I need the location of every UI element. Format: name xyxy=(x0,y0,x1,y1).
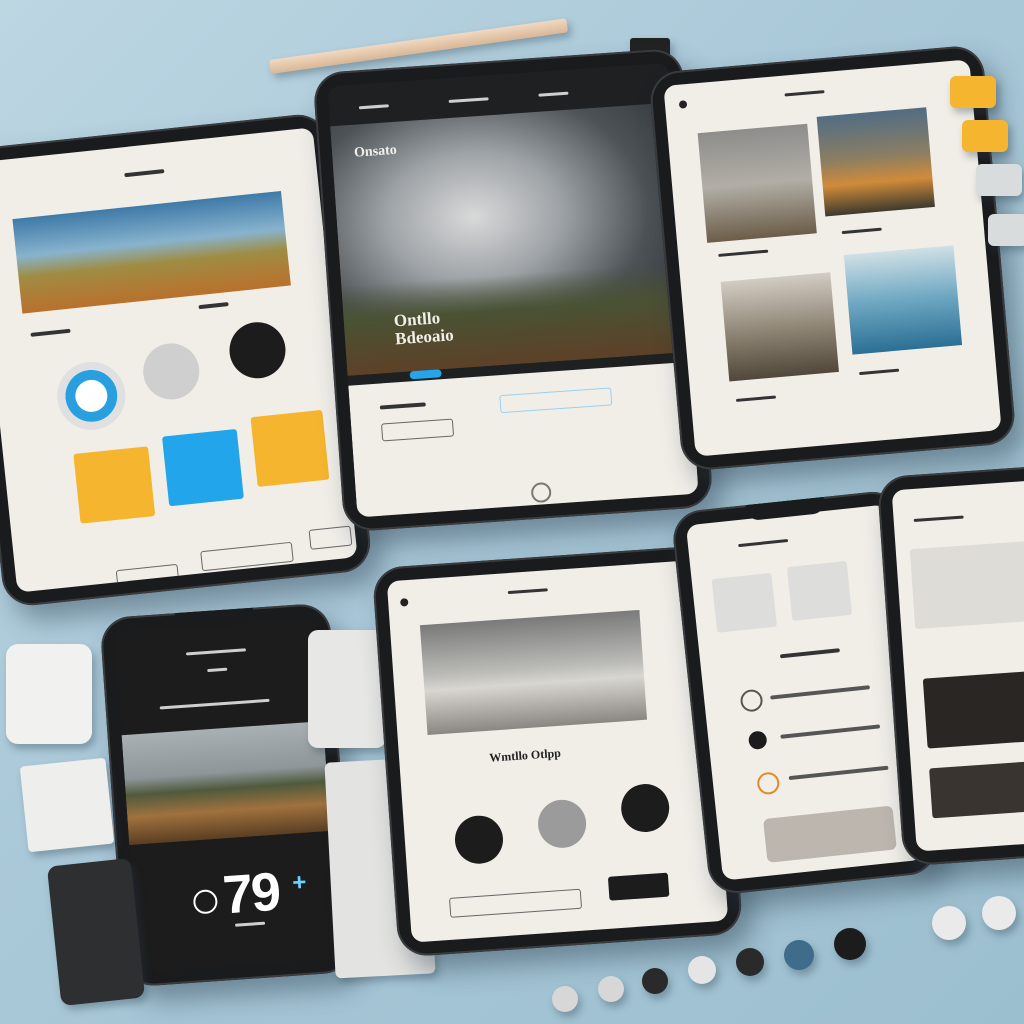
nav-link[interactable] xyxy=(538,91,569,97)
knob-6 xyxy=(784,940,814,970)
sticky-key-grey-2 xyxy=(988,214,1024,246)
subtitle xyxy=(207,667,228,673)
nav-link[interactable] xyxy=(448,97,489,104)
menu-icon[interactable] xyxy=(399,598,409,607)
nav-logo[interactable] xyxy=(358,104,389,110)
knob-9 xyxy=(982,896,1016,930)
tablet-left-screen xyxy=(0,127,358,593)
gallery-image-2 xyxy=(816,107,935,217)
header-title xyxy=(124,169,165,178)
caption xyxy=(841,227,882,235)
sticky-key-yellow xyxy=(950,76,996,108)
yellow-tile-2[interactable] xyxy=(250,409,330,487)
settings-icon[interactable] xyxy=(140,340,203,403)
sticky-key-grey xyxy=(976,164,1022,196)
submit-button[interactable] xyxy=(607,872,670,901)
knob-4 xyxy=(688,956,716,984)
section-label xyxy=(198,302,229,310)
dark-card-2[interactable] xyxy=(929,759,1024,819)
circle-button-1[interactable] xyxy=(453,814,505,866)
caption xyxy=(735,395,777,402)
desk-scene: Onsato Ontllo Bdeoaio 79 + Wmtllo Otlpp xyxy=(0,0,1024,1024)
blue-tile[interactable] xyxy=(162,428,244,507)
slider-track-3[interactable] xyxy=(788,765,889,781)
hero-image xyxy=(12,190,291,314)
knob-2 xyxy=(598,976,624,1002)
tablet-right-screen xyxy=(663,59,1002,457)
bottom-card[interactable] xyxy=(763,805,897,863)
form-input[interactable] xyxy=(448,888,583,918)
header-title xyxy=(913,515,964,522)
knob-1 xyxy=(552,986,578,1012)
image-tile-1[interactable] xyxy=(711,572,777,633)
knob-7 xyxy=(834,928,866,960)
circle-button-3[interactable] xyxy=(619,782,671,834)
device-square xyxy=(6,644,92,744)
section-label xyxy=(30,328,71,337)
header-title xyxy=(784,90,825,97)
record-icon[interactable] xyxy=(53,358,129,434)
button-right[interactable] xyxy=(308,525,353,550)
header-title xyxy=(738,538,789,548)
device-dark xyxy=(46,857,146,1007)
button-middle[interactable] xyxy=(200,541,294,572)
tablet-center-top-screen: Onsato Ontllo Bdeoaio xyxy=(327,62,699,518)
sticky-key-yellow-2 xyxy=(962,120,1008,152)
hero-headline: Ontllo Bdeoaio xyxy=(393,308,455,349)
tablet-left xyxy=(0,111,374,609)
button-left[interactable] xyxy=(115,563,180,591)
knob-3 xyxy=(642,968,668,994)
phone-far-right-screen xyxy=(891,478,1024,852)
play-icon[interactable] xyxy=(226,319,289,382)
slider-track-2[interactable] xyxy=(780,724,881,739)
knob-8 xyxy=(932,906,966,940)
menu-icon[interactable] xyxy=(678,100,688,109)
footer-line xyxy=(235,921,266,927)
phone-far-right xyxy=(876,463,1024,867)
dark-card[interactable] xyxy=(922,669,1024,749)
gallery-image-3 xyxy=(720,272,839,382)
yellow-tile[interactable] xyxy=(73,446,156,524)
remote-control xyxy=(308,630,386,748)
toggle-icon-2[interactable] xyxy=(747,730,768,751)
circle-button-2[interactable] xyxy=(536,798,588,850)
image-tile-2[interactable] xyxy=(786,560,853,621)
compass-icon[interactable] xyxy=(192,888,219,915)
header-title xyxy=(507,588,548,595)
caption xyxy=(718,249,769,257)
plus-icon[interactable]: + xyxy=(291,869,307,898)
tablet-center-bottom-screen: Wmtllo Otlpp xyxy=(386,559,729,943)
slider-track-1[interactable] xyxy=(770,685,871,700)
dial-panel[interactable] xyxy=(909,539,1024,630)
device-cube xyxy=(19,757,115,853)
info-line xyxy=(159,698,270,710)
section-heading: Wmtllo Otlpp xyxy=(488,745,562,765)
brand-label: Onsato xyxy=(353,142,398,161)
header-title xyxy=(185,648,247,656)
toggle-icon-3[interactable] xyxy=(756,771,781,796)
tablet-right xyxy=(648,44,1017,472)
knob-5 xyxy=(736,948,764,976)
cta-button[interactable] xyxy=(409,369,442,380)
section-heading xyxy=(779,648,840,659)
counter-value: 79 xyxy=(220,861,282,926)
feature-image xyxy=(419,609,648,736)
caption xyxy=(859,368,900,376)
phone-left-screen: 79 + xyxy=(114,617,340,973)
gallery-image-1 xyxy=(697,123,817,243)
gallery-image-4 xyxy=(843,245,963,355)
toggle-icon-1[interactable] xyxy=(739,688,764,713)
road-image xyxy=(121,721,331,845)
